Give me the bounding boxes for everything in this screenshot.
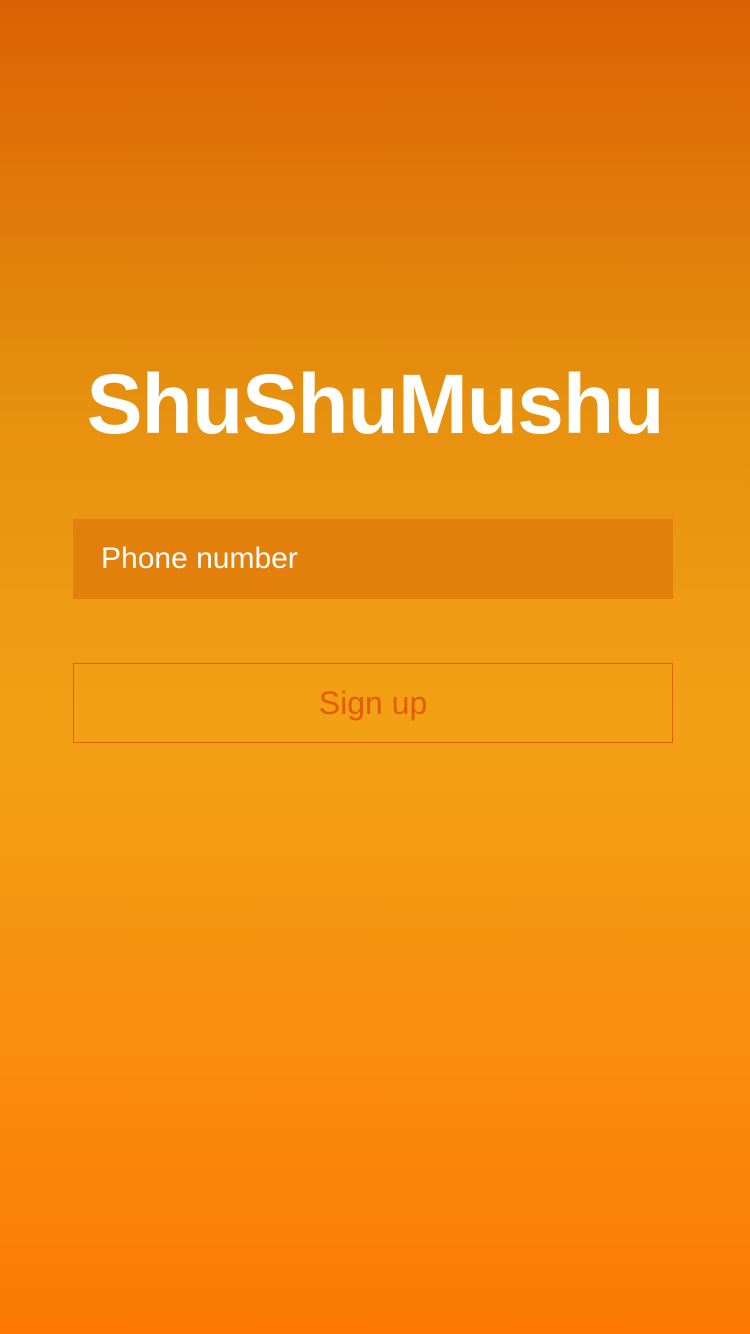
phone-field[interactable]: [73, 519, 673, 599]
app-title: ShuShuMushu: [86, 357, 665, 451]
signup-screen: ShuShuMushu Sign up: [0, 0, 750, 1334]
phone-number-input[interactable]: [73, 519, 673, 599]
sign-up-button[interactable]: Sign up: [73, 663, 673, 743]
